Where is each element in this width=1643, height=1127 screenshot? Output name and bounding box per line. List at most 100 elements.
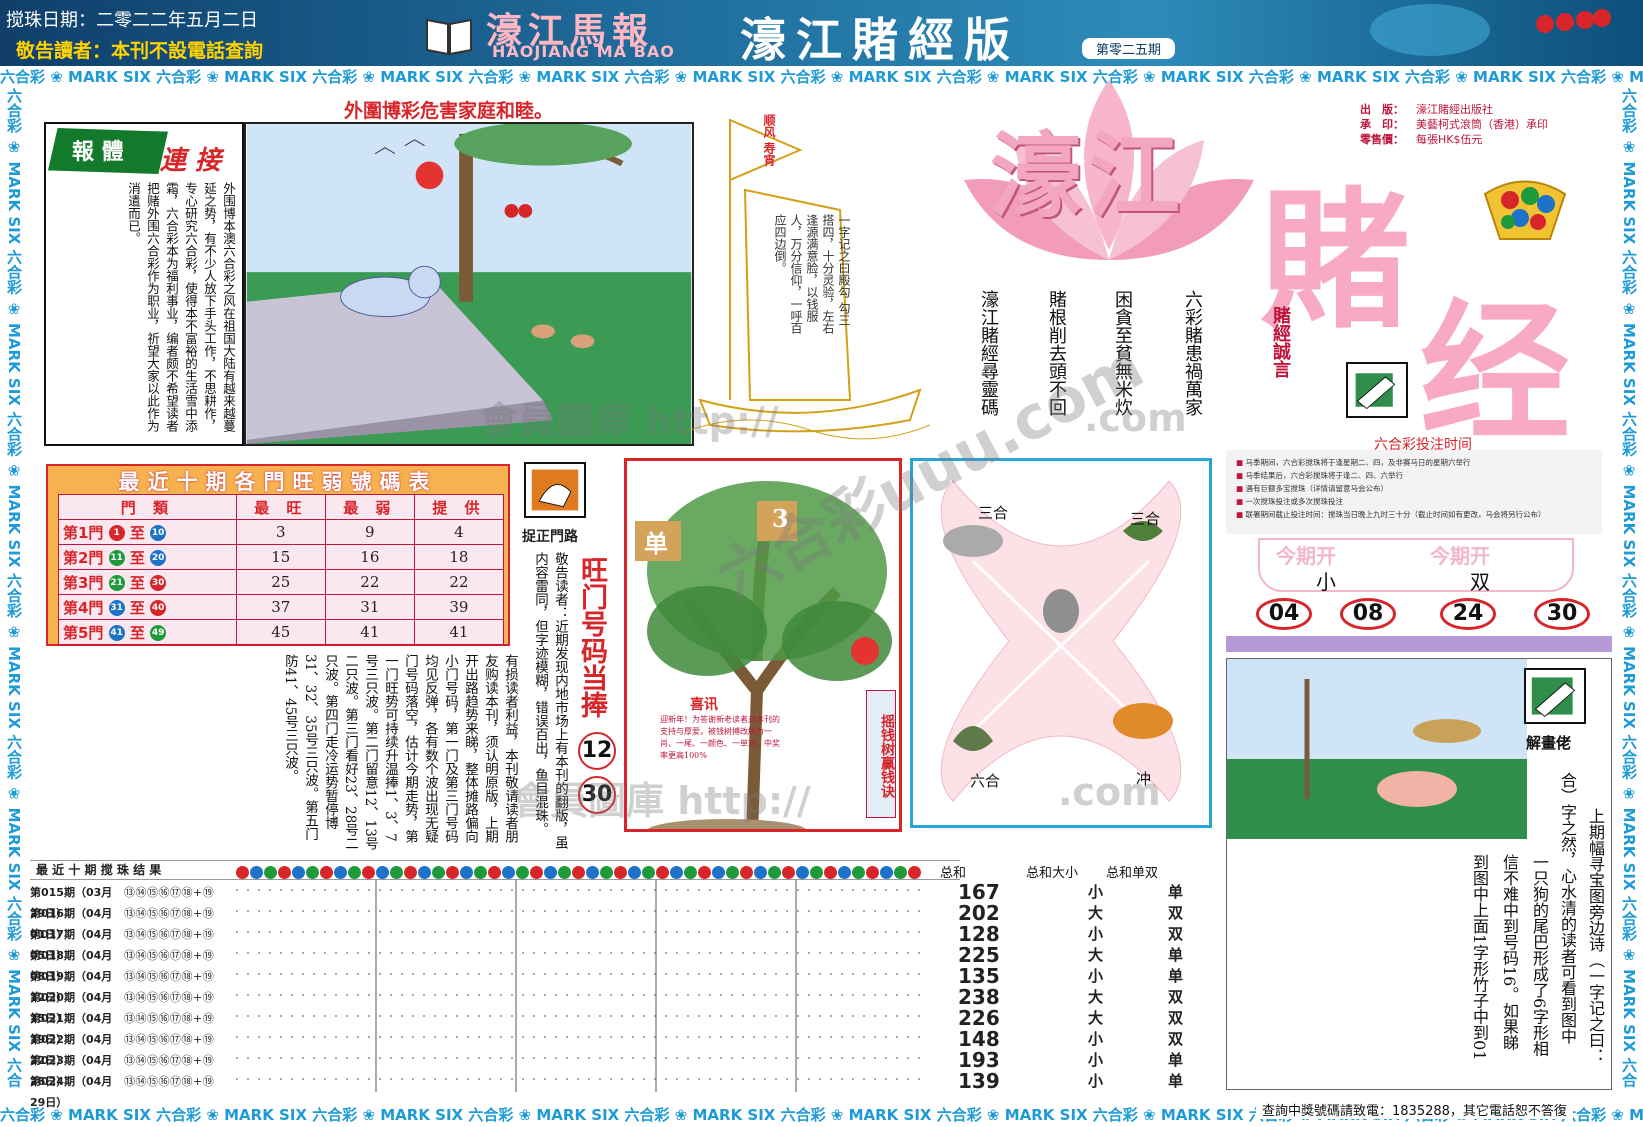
results-numbers: ⑬⑭⑮⑯⑰⑱+⑲: [124, 1033, 215, 1046]
results-sum: 193: [958, 1048, 1000, 1072]
strip-ball: [908, 866, 921, 879]
strip-ball: [768, 866, 781, 879]
bet-time-box: 马季期间，六合彩搅珠将于逢星期二、四，及非赛马日的星期六举行 马季结果后，六合彩…: [1226, 450, 1602, 534]
results-sum: 139: [958, 1069, 1000, 1093]
ocean-decoration: [1370, 4, 1611, 56]
strip-ball: [866, 866, 879, 879]
catch-hand-icon: [524, 462, 586, 518]
results-parity: 单: [1168, 946, 1184, 964]
zodiac-label-bottom-left: 六合: [970, 772, 1001, 790]
zodiac-label-top-right: 三合: [1130, 510, 1161, 528]
gate-name-cell: 第4門 31 至 40: [58, 594, 237, 620]
wang-title: 旺门号码当捧: [576, 556, 607, 718]
tree-tag-single: 单: [644, 529, 668, 558]
logo-english: HAOJIANG MA BAO: [492, 42, 675, 61]
results-size: 小: [1088, 1030, 1104, 1048]
gate-row: 第1門 1 至 10 3 9 4: [58, 519, 505, 545]
riddle-line-2: 合）字之然，心水清的读者可看到图中: [1558, 772, 1577, 1044]
gate-name-cell: 第3門 21 至 30: [58, 569, 237, 595]
money-tree-illustration: [627, 461, 899, 829]
gate-col-header: 最 旺: [235, 494, 326, 520]
strip-ball: [894, 866, 907, 879]
strip-ball: [628, 866, 641, 879]
strip-ball: [376, 866, 389, 879]
gate-offer-cell: 4: [413, 519, 505, 545]
gate-offer-cell: 41: [413, 619, 505, 645]
results-parity: 单: [1168, 967, 1184, 985]
header-banner: 搅珠日期：二零二二年五月二日 敬告讀者：本刊不設電話查詢 濠江馬報 HAOJIA…: [0, 0, 1643, 67]
gate-to-ball: 30: [150, 575, 167, 591]
strip-ball: [530, 866, 543, 879]
riddle-line-5: 到图中上面1字形竹子中到01: [1470, 854, 1489, 1061]
strip-ball: [488, 866, 501, 879]
riddle-line-3: 一只狗的尾巴形成了6字形相: [1530, 854, 1549, 1057]
strip-ball: [236, 866, 249, 879]
results-row: 第024期（04月29日） ⑬⑭⑮⑯⑰⑱+⑲ 139 小 单: [30, 1069, 1183, 1110]
issue-number: 第零二五期: [1082, 38, 1176, 59]
zhuo-label: 捉正門路: [522, 529, 578, 545]
results-parity: 单: [1168, 1051, 1184, 1069]
results-sum: 148: [958, 1027, 1000, 1051]
strip-ball: [348, 866, 361, 879]
gate-offer-cell: 18: [413, 544, 505, 570]
article-badge-title: 連 接: [160, 146, 222, 176]
wang-number-2: 30: [578, 776, 616, 814]
results-parity: 单: [1168, 883, 1184, 901]
strip-ball: [726, 866, 739, 879]
results-row: 第021期（04月19日） ⑬⑭⑮⑯⑰⑱+⑲ 226 大双: [30, 1008, 1183, 1047]
gate-col-header: 提 供: [413, 494, 505, 520]
purple-divider: [1226, 636, 1612, 652]
footer-phone: 查詢中獎號碼請致電：1835288，其它電話恕不答復: [1256, 1100, 1573, 1119]
gate-col-header: 門 類: [58, 494, 237, 520]
riddle-label: 解畫佬: [1526, 734, 1572, 752]
gate-weak-cell: 16: [324, 544, 415, 570]
edition-title: 濠江賭經版: [740, 13, 1020, 67]
strip-ball: [754, 866, 767, 879]
results-header: 最 近 十 期 搅 珠 结 果: [30, 860, 960, 880]
results-sum: 225: [958, 943, 1000, 967]
zodiac-label-top-left: 三合: [978, 504, 1009, 522]
results-sum: 135: [958, 964, 1000, 988]
results-sum: 238: [958, 985, 1000, 1009]
results-numbers: ⑬⑭⑮⑯⑰⑱+⑲: [124, 1075, 215, 1088]
gate-row: 第5門 41 至 49 45 41 41: [58, 619, 505, 645]
ribbon-left: 六合彩 ❀ MARK SIX 六合彩 ❀ MARK SIX 六合彩 ❀ MARK…: [5, 88, 23, 1088]
this-period-label-1: 今期开: [1276, 544, 1336, 568]
gate-strong-cell: 45: [235, 619, 326, 645]
wang-number-1: 12: [578, 732, 616, 770]
notice-column-1: 敬告读者：近期发现内地市场上有本刊的翻版，虽内容雷同，但字迹模糊，错误百出，鱼目…: [532, 552, 568, 849]
strip-ball: [292, 866, 305, 879]
gate-row: 第4門 31 至 40 37 31 39: [58, 594, 505, 620]
results-row: 第019期（04月12日） ⑬⑭⑮⑯⑰⑱+⑲ 135 小单: [30, 964, 1183, 1005]
gate-from-ball: 21: [108, 575, 125, 591]
results-numbers: ⑬⑭⑮⑯⑰⑱+⑲: [124, 1012, 215, 1025]
gate-from-ball: 11: [108, 550, 125, 566]
strip-ball: [852, 866, 865, 879]
results-numbers: ⑬⑭⑮⑯⑰⑱+⑲: [124, 886, 215, 899]
pencil-hand-icon: [1524, 668, 1586, 724]
tree-tag-number: 3: [772, 504, 789, 533]
results-size: 小: [1088, 925, 1104, 943]
results-sum: 202: [958, 901, 1000, 925]
boat-flag: 顺风 寿宵: [762, 114, 776, 167]
publisher-info: 出 版： 濠江賭經出版社 承 印： 美藝柯式滾筒（香港）承印 零售價： 每張HK$伍元: [1360, 103, 1548, 146]
strip-ball: [418, 866, 431, 879]
results-size: 小: [1088, 883, 1104, 901]
results-row: 第018期（04月08日） ⑬⑭⑮⑯⑰⑱+⑲ 225 大单: [30, 943, 1183, 984]
gate-weak-cell: 9: [324, 519, 415, 545]
strip-ball: [306, 866, 319, 879]
results-sum: 167: [958, 880, 1000, 904]
this-period-number-1: 04: [1256, 598, 1312, 630]
results-sum-header: 总和: [940, 866, 967, 881]
results-period: 第024期（04月29日）: [30, 1075, 113, 1109]
strip-ball: [712, 866, 725, 879]
strip-ball: [880, 866, 893, 879]
results-numbers: ⑬⑭⑮⑯⑰⑱+⑲: [124, 991, 215, 1004]
strip-ball: [782, 866, 795, 879]
article-headline: 外圍博彩危害家庭和睦。: [344, 100, 554, 122]
gate-weak-cell: 31: [324, 594, 415, 620]
gate-name-cell: 第5門 41 至 49: [58, 619, 237, 645]
strip-ball: [250, 866, 263, 879]
strip-ball: [586, 866, 599, 879]
results-parity: 双: [1168, 1009, 1184, 1027]
